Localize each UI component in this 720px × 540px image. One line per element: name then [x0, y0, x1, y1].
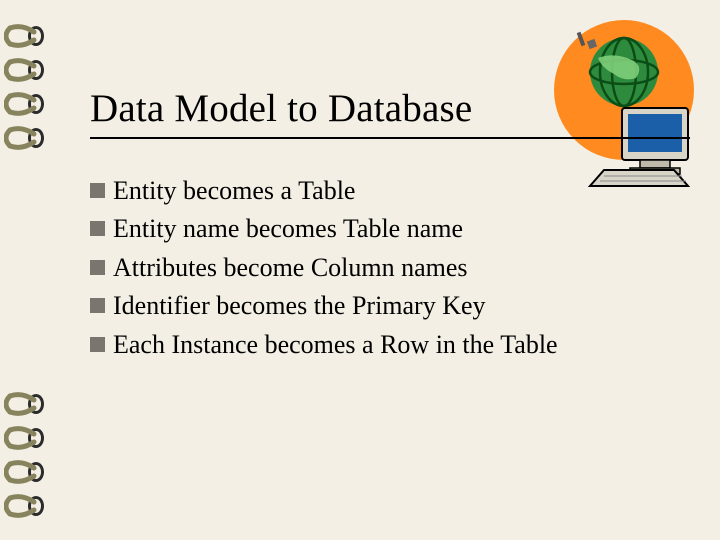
- slide-content: Data Model to Database Entity becomes a …: [90, 86, 690, 365]
- list-item: Entity becomes a Table: [90, 173, 690, 209]
- bullet-list: Entity becomes a Table Entity name becom…: [90, 173, 690, 363]
- list-item: Attributes become Column names: [90, 250, 690, 286]
- bullet-icon: [90, 298, 105, 313]
- bullet-text: Each Instance becomes a Row in the Table: [113, 327, 558, 363]
- bullet-icon: [90, 221, 105, 236]
- bullet-text: Entity becomes a Table: [113, 173, 355, 209]
- bullet-icon: [90, 260, 105, 275]
- bullet-text: Attributes become Column names: [113, 250, 468, 286]
- slide-title: Data Model to Database: [90, 86, 690, 139]
- list-item: Identifier becomes the Primary Key: [90, 288, 690, 324]
- spiral-binding: [0, 0, 60, 540]
- bullet-text: Identifier becomes the Primary Key: [113, 288, 486, 324]
- list-item: Each Instance becomes a Row in the Table: [90, 327, 690, 363]
- list-item: Entity name becomes Table name: [90, 211, 690, 247]
- bullet-icon: [90, 337, 105, 352]
- bullet-text: Entity name becomes Table name: [113, 211, 463, 247]
- bullet-icon: [90, 183, 105, 198]
